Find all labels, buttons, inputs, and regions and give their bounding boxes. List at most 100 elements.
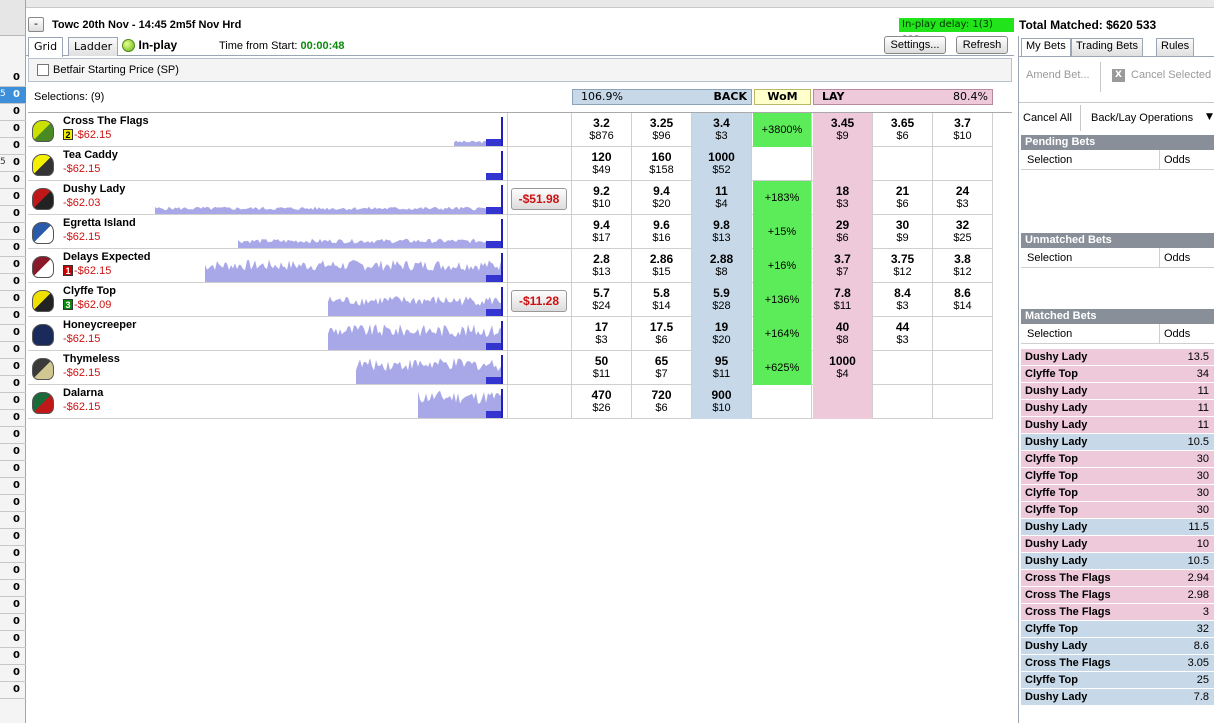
sp-checkbox[interactable] xyxy=(37,64,49,76)
lay-price-cell[interactable]: 3.75 $12 xyxy=(873,249,933,283)
back-price-cell[interactable]: 65 $7 xyxy=(632,351,692,385)
lay-price-cell[interactable]: 40 $8 xyxy=(813,317,873,351)
matched-bet-row[interactable]: Clyffe Top 30 xyxy=(1021,468,1214,485)
ladder-cell[interactable]: 0 xyxy=(0,393,26,410)
column-selection[interactable]: Selection xyxy=(1027,252,1072,264)
cancel-selected-button[interactable]: Cancel Selected xyxy=(1131,69,1211,81)
back-price-cell[interactable]: 720 $6 xyxy=(632,385,692,419)
back-price-cell[interactable]: 2.88 $8 xyxy=(692,249,752,283)
greenup-pnl-button[interactable]: -$11.28 xyxy=(511,290,567,312)
ladder-cell[interactable]: 0 xyxy=(0,512,26,529)
back-price-cell[interactable]: 120 $49 xyxy=(572,147,632,181)
lay-price-cell[interactable] xyxy=(933,147,993,181)
lay-price-cell[interactable]: 3.8 $12 xyxy=(933,249,993,283)
collapse-button[interactable]: - xyxy=(28,17,44,32)
matched-bet-row[interactable]: Cross The Flags 2.94 xyxy=(1021,570,1214,587)
ladder-cell[interactable]: 0 xyxy=(0,172,26,189)
ladder-cell[interactable]: 0 xyxy=(0,597,26,614)
back-price-cell[interactable]: 9.4 $20 xyxy=(632,181,692,215)
column-odds[interactable]: Odds xyxy=(1164,328,1190,340)
runner-name-cell[interactable]: Thymeless -$62.15 xyxy=(28,351,508,385)
column-odds[interactable]: Odds xyxy=(1164,154,1190,166)
matched-bet-row[interactable]: Clyffe Top 34 xyxy=(1021,366,1214,383)
matched-bet-row[interactable]: Dushy Lady 8.6 xyxy=(1021,638,1214,655)
lay-price-cell[interactable] xyxy=(873,147,933,181)
runner-row[interactable]: Delays Expected 1 -$62.15 2.8 $13 2.86 $15 2.88… xyxy=(28,249,993,283)
back-price-cell[interactable]: 3.4 $3 xyxy=(692,113,752,147)
back-price-cell[interactable]: 9.2 $10 xyxy=(572,181,632,215)
back-price-cell[interactable]: 19 $20 xyxy=(692,317,752,351)
runner-row[interactable]: Clyffe Top 3 -$62.09 -$11.28 5.7 $24 5.8 $14 5.9… xyxy=(28,283,993,317)
lay-price-cell[interactable]: 44 $3 xyxy=(873,317,933,351)
lay-price-cell[interactable] xyxy=(873,351,933,385)
ladder-cell[interactable]: 0 xyxy=(0,444,26,461)
lay-price-cell[interactable] xyxy=(813,385,873,419)
ladder-cell[interactable]: 0 xyxy=(0,138,26,155)
settings-button[interactable]: Settings... xyxy=(884,36,946,54)
lay-price-cell[interactable]: 32 $25 xyxy=(933,215,993,249)
ladder-cell[interactable]: 0 xyxy=(0,376,26,393)
lay-price-cell[interactable]: 8.4 $3 xyxy=(873,283,933,317)
back-price-cell[interactable]: 160 $158 xyxy=(632,147,692,181)
runner-name-cell[interactable]: Honeycreeper -$62.15 xyxy=(28,317,508,351)
ladder-cell[interactable]: 0 xyxy=(0,359,26,376)
back-price-cell[interactable]: 5.9 $28 xyxy=(692,283,752,317)
back-price-cell[interactable]: 2.86 $15 xyxy=(632,249,692,283)
lay-price-cell[interactable]: 1000 $4 xyxy=(813,351,873,385)
back-price-cell[interactable]: 9.6 $16 xyxy=(632,215,692,249)
lay-price-cell[interactable] xyxy=(873,385,933,419)
back-lay-operations-dropdown[interactable]: Back/Lay Operations xyxy=(1091,112,1193,124)
runner-row[interactable]: Thymeless -$62.15 50 $11 65 $7 95 $11 +625% 1000 $… xyxy=(28,351,993,385)
runner-name-cell[interactable]: Delays Expected 1 -$62.15 xyxy=(28,249,508,283)
ladder-cell[interactable]: 0 xyxy=(0,308,26,325)
lay-price-cell[interactable]: 21 $6 xyxy=(873,181,933,215)
ladder-cell[interactable]: 0 xyxy=(0,614,26,631)
runner-row[interactable]: Dushy Lady -$62.03 -$51.98 9.2 $10 9.4 $20 11 $4… xyxy=(28,181,993,215)
back-price-cell[interactable]: 3.25 $96 xyxy=(632,113,692,147)
ladder-cell[interactable]: 0 xyxy=(0,342,26,359)
matched-bet-row[interactable]: Dushy Lady 10.5 xyxy=(1021,434,1214,451)
lay-price-cell[interactable]: 3.7 $7 xyxy=(813,249,873,283)
matched-bet-row[interactable]: Dushy Lady 10.5 xyxy=(1021,553,1214,570)
matched-bet-row[interactable]: Dushy Lady 11.5 xyxy=(1021,519,1214,536)
lay-price-cell[interactable] xyxy=(933,351,993,385)
ladder-cell[interactable]: 0 xyxy=(0,563,26,580)
ladder-cell[interactable]: 0 xyxy=(0,274,26,291)
back-price-cell[interactable]: 17 $3 xyxy=(572,317,632,351)
ladder-cell[interactable]: 0 xyxy=(0,223,26,240)
ladder-cell[interactable]: 0 xyxy=(0,325,26,342)
greenup-pnl-button[interactable]: -$51.98 xyxy=(511,188,567,210)
ladder-cell[interactable]: 0 xyxy=(0,206,26,223)
back-price-cell[interactable]: 9.4 $17 xyxy=(572,215,632,249)
ladder-cell[interactable]: 0 xyxy=(0,682,26,699)
ladder-cell[interactable]: 0 xyxy=(0,189,26,206)
ladder-cell[interactable]: 0 xyxy=(0,427,26,444)
amend-bet-button[interactable]: Amend Bet... xyxy=(1026,69,1090,81)
runner-name-cell[interactable]: Dushy Lady -$62.03 xyxy=(28,181,508,215)
ladder-cell[interactable]: 50 xyxy=(0,155,26,172)
back-price-cell[interactable]: 95 $11 xyxy=(692,351,752,385)
lay-price-cell[interactable]: 8.6 $14 xyxy=(933,283,993,317)
runner-row[interactable]: Tea Caddy -$62.15 120 $49 160 $158 1000 $52 xyxy=(28,147,993,181)
matched-bet-row[interactable]: Cross The Flags 2.98 xyxy=(1021,587,1214,604)
runner-name-cell[interactable]: Cross The Flags 2 -$62.15 xyxy=(28,113,508,147)
wom-header[interactable]: WoM xyxy=(754,89,811,105)
cancel-all-button[interactable]: Cancel All xyxy=(1023,112,1072,124)
tab-trading-bets[interactable]: Trading Bets xyxy=(1071,38,1143,56)
ladder-cell[interactable]: 0 xyxy=(0,121,26,138)
ladder-cell[interactable]: 0 xyxy=(0,665,26,682)
ladder-cell[interactable]: 0 xyxy=(0,410,26,427)
back-price-cell[interactable]: 17.5 $6 xyxy=(632,317,692,351)
lay-price-cell[interactable]: 3.7 $10 xyxy=(933,113,993,147)
matched-bet-row[interactable]: Clyffe Top 30 xyxy=(1021,502,1214,519)
runner-row[interactable]: Honeycreeper -$62.15 17 $3 17.5 $6 19 $20 +164% 4… xyxy=(28,317,993,351)
back-price-cell[interactable]: 3.2 $876 xyxy=(572,113,632,147)
runner-name-cell[interactable]: Dalarna -$62.15 xyxy=(28,385,508,419)
ladder-cell[interactable]: 50 xyxy=(0,87,26,104)
matched-bet-row[interactable]: Dushy Lady 11 xyxy=(1021,417,1214,434)
lay-price-cell[interactable]: 3.65 $6 xyxy=(873,113,933,147)
column-odds[interactable]: Odds xyxy=(1164,252,1190,264)
ladder-cell[interactable]: 0 xyxy=(0,478,26,495)
runner-row[interactable]: Egretta Island -$62.15 9.4 $17 9.6 $16 9.8 $13 +… xyxy=(28,215,993,249)
ladder-cell[interactable]: 0 xyxy=(0,70,26,87)
